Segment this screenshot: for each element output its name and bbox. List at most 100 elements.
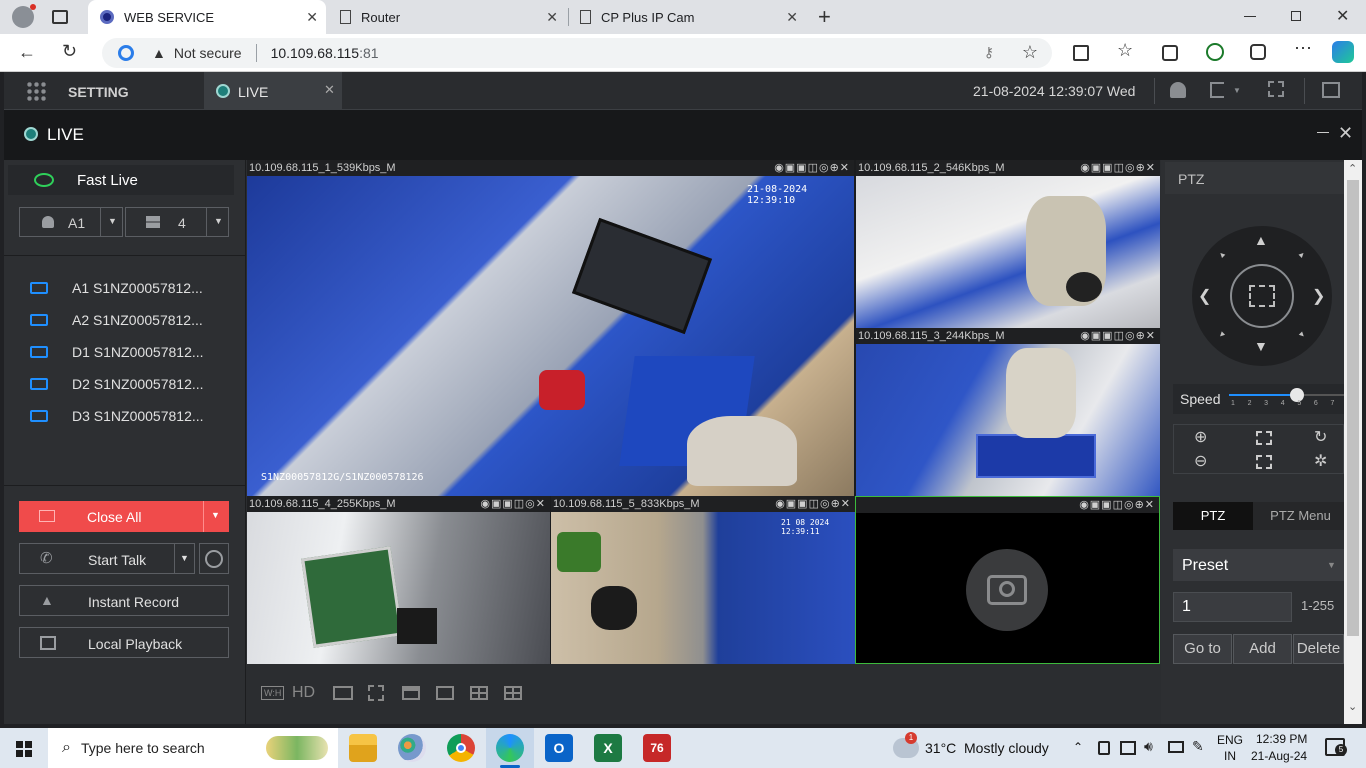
split-screen-icon[interactable] <box>1073 45 1089 61</box>
close-all-button[interactable]: Close All ▼ <box>19 501 229 532</box>
video-cell-6-empty[interactable]: ◉▣▣◫◎⊕✕ <box>855 496 1160 664</box>
live-tab[interactable]: LIVE ✕ <box>204 72 342 110</box>
arrow-up-icon[interactable]: ▲ <box>1254 232 1268 248</box>
volume-icon[interactable]: 🔊︎ <box>1144 738 1153 755</box>
weather-temp[interactable]: 31°C <box>925 740 956 756</box>
rotate-icon[interactable]: ↻ <box>1314 427 1327 447</box>
instant-record-button[interactable]: ▲ Instant Record <box>19 585 229 616</box>
weather-desc[interactable]: Mostly cloudy <box>964 740 1049 756</box>
tray-device-icon[interactable] <box>1098 741 1110 755</box>
arrow-downleft-icon[interactable]: ▼ <box>1216 329 1228 341</box>
weather-icon[interactable]: 1 <box>893 732 919 758</box>
notification-icon[interactable]: 5 <box>1325 738 1347 756</box>
tab-web-service[interactable]: WEB SERVICE ✕ <box>88 0 326 34</box>
device-item[interactable]: A1 S1NZ00057812... <box>30 277 203 299</box>
zoom-in-icon[interactable]: ⊕ <box>1194 427 1207 447</box>
close-tab-icon[interactable]: ✕ <box>306 9 318 26</box>
chevron-down-icon[interactable]: ▼ <box>211 510 220 520</box>
clock-date[interactable]: 21-Aug-24 <box>1251 749 1307 763</box>
chevron-down-icon[interactable]: ▼ <box>180 553 189 563</box>
outlook-icon[interactable]: O <box>545 734 573 762</box>
favorite-icon[interactable]: ☆ <box>1022 42 1038 63</box>
tab-router[interactable]: Router ✕ <box>330 0 566 34</box>
layout-1-icon[interactable] <box>402 686 420 700</box>
stream-select[interactable]: A1 ▼ <box>19 207 123 237</box>
zoom-out-icon[interactable]: ⊖ <box>1194 451 1207 471</box>
iris-icon[interactable]: ✲ <box>1314 451 1327 471</box>
tab-ptz-menu[interactable]: PTZ Menu <box>1257 502 1344 530</box>
fast-live-header[interactable]: Fast Live <box>8 165 234 195</box>
scroll-thumb[interactable] <box>1347 180 1359 636</box>
edge-icon[interactable] <box>496 734 524 762</box>
hd-button[interactable]: HD <box>292 684 315 702</box>
close-tab-icon[interactable]: ✕ <box>546 9 558 26</box>
more-icon[interactable]: ⋯ <box>1294 38 1312 59</box>
logout-icon[interactable] <box>1210 82 1224 98</box>
tab-cp-plus[interactable]: CP Plus IP Cam ✕ <box>570 0 806 34</box>
local-playback-button[interactable]: Local Playback <box>19 627 229 658</box>
new-tab-icon[interactable]: + <box>818 4 831 30</box>
tab-actions-icon[interactable] <box>52 10 68 24</box>
chevron-up-icon[interactable]: ⌃ <box>1073 740 1083 754</box>
preset-select[interactable]: Preset ▼ <box>1173 549 1344 581</box>
tray-display-icon[interactable] <box>1120 741 1136 755</box>
close-tab-icon[interactable]: ✕ <box>786 9 798 26</box>
delete-button[interactable]: Delete <box>1293 634 1344 664</box>
video-cell-4[interactable]: 10.109.68.115_4_255Kbps_M ◉▣▣◫◎✕ <box>247 496 550 664</box>
pen-icon[interactable]: ✎ <box>1192 738 1204 755</box>
device-item[interactable]: D3 S1NZ00057812... <box>30 405 204 427</box>
minimize-panel-icon[interactable] <box>1317 132 1329 133</box>
close-live-tab-icon[interactable]: ✕ <box>324 82 335 98</box>
cell-controls-icon[interactable]: ◉▣▣◫◎✕ <box>480 496 546 512</box>
back-icon[interactable]: ← <box>18 42 36 63</box>
key-icon[interactable]: ⚷ <box>984 44 994 61</box>
record-toggle[interactable] <box>199 543 229 574</box>
restore-icon[interactable] <box>1291 11 1301 21</box>
speed-slider[interactable] <box>1229 388 1349 402</box>
cell-controls-icon[interactable]: ◉▣▣◫◎⊕✕ <box>775 496 851 512</box>
profile-icon[interactable] <box>12 4 36 28</box>
user-icon[interactable] <box>1170 82 1186 98</box>
minimize-icon[interactable] <box>1244 16 1256 17</box>
fullscreen-icon[interactable] <box>368 685 384 701</box>
device-item[interactable]: A2 S1NZ00057812... <box>30 309 203 331</box>
arrow-right-icon[interactable]: ❯ <box>1312 286 1325 306</box>
layout-4-icon[interactable] <box>470 686 488 700</box>
ptz-direction-pad[interactable]: ▲ ▼ ❮ ❯ ▲ ▲ ▼ ▼ <box>1192 226 1332 366</box>
zoom-center-icon[interactable] <box>1230 264 1294 328</box>
add-button[interactable]: Add <box>1233 634 1292 664</box>
cell-controls-icon[interactable]: ◉▣▣◫◎⊕✕ <box>1079 497 1155 513</box>
chrome-icon[interactable] <box>447 734 475 762</box>
close-panel-icon[interactable]: ✕ <box>1338 123 1353 144</box>
favorites-icon[interactable]: ☆ <box>1117 40 1133 61</box>
taskbar-search-box[interactable]: ⌕ Type here to search <box>48 728 338 768</box>
reload-icon[interactable]: ↻ <box>62 41 77 62</box>
focus-near-icon[interactable] <box>1256 431 1272 445</box>
chevron-down-icon[interactable]: ▼ <box>1233 86 1241 95</box>
device-item[interactable]: D2 S1NZ00057812... <box>30 373 204 395</box>
arrow-left-icon[interactable]: ❮ <box>1198 286 1211 306</box>
windows-start-icon[interactable] <box>16 741 32 757</box>
app-76-icon[interactable]: 76 <box>643 734 671 762</box>
scroll-up-icon[interactable]: ⌃ <box>1348 162 1357 175</box>
aspect-ratio-button[interactable]: W:H <box>261 686 285 700</box>
close-window-icon[interactable]: ✕ <box>1336 6 1349 26</box>
arrow-downright-icon[interactable]: ▼ <box>1296 329 1308 341</box>
file-explorer-icon[interactable] <box>349 734 377 762</box>
fullscreen-icon[interactable] <box>1322 82 1340 98</box>
goto-button[interactable]: Go to <box>1173 634 1232 664</box>
layout-9-icon[interactable] <box>504 686 522 700</box>
cell-controls-icon[interactable]: ◉▣▣◫◎⊕✕ <box>774 160 850 176</box>
start-talk-button[interactable]: ✆ Start Talk ▼ <box>19 543 195 574</box>
layout-select[interactable]: 4 ▼ <box>125 207 229 237</box>
cell-controls-icon[interactable]: ◉▣▣◫◎⊕✕ <box>1080 328 1156 344</box>
cell-controls-icon[interactable]: ◉▣▣◫◎⊕✕ <box>1080 160 1156 176</box>
vertical-scrollbar[interactable]: ⌃ ⌄ <box>1344 160 1362 724</box>
device-item[interactable]: D1 S1NZ00057812... <box>30 341 204 363</box>
qrcode-icon[interactable] <box>1268 81 1284 97</box>
language-line2[interactable]: IN <box>1224 749 1236 763</box>
address-bar[interactable]: ▲ Not secure 10.109.68.115:81 ⚷ ☆ <box>102 38 1052 68</box>
video-cell-5[interactable]: 10.109.68.115_5_833Kbps_M ◉▣▣◫◎⊕✕ 21 08 2… <box>551 496 855 664</box>
network-icon[interactable] <box>1168 741 1184 753</box>
scroll-down-icon[interactable]: ⌄ <box>1348 700 1357 713</box>
